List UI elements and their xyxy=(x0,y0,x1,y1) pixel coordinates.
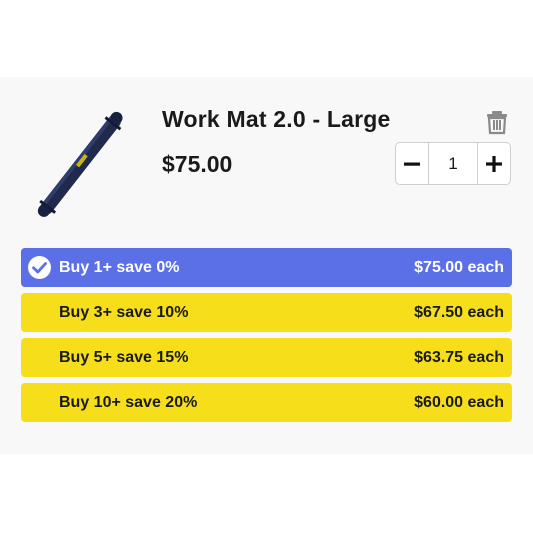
tier-option-5[interactable]: Buy 5+ save 15% $63.75 each xyxy=(21,338,512,377)
increment-button[interactable] xyxy=(478,143,510,184)
tier-label: Buy 3+ save 10% xyxy=(59,304,189,321)
product-price: $75.00 xyxy=(162,151,233,177)
quantity-stepper: 1 xyxy=(395,142,511,185)
check-circle-icon xyxy=(28,256,51,279)
tier-option-3[interactable]: Buy 3+ save 10% $67.50 each xyxy=(21,293,512,332)
product-image xyxy=(22,100,140,230)
bulk-discount-tiers: Buy 1+ save 0% $75.00 each Buy 3+ save 1… xyxy=(21,248,512,428)
decrement-button[interactable] xyxy=(396,143,428,184)
quantity-input[interactable]: 1 xyxy=(428,143,478,184)
tier-price: $67.50 each xyxy=(414,304,504,321)
plus-icon xyxy=(486,155,502,172)
tier-label: Buy 10+ save 20% xyxy=(59,394,198,411)
tier-price: $75.00 each xyxy=(414,259,504,276)
minus-icon xyxy=(404,162,420,166)
tier-label: Buy 5+ save 15% xyxy=(59,349,189,366)
trash-icon[interactable] xyxy=(484,109,510,135)
tier-price: $60.00 each xyxy=(414,394,504,411)
tier-option-10[interactable]: Buy 10+ save 20% $60.00 each xyxy=(21,383,512,422)
tier-label: Buy 1+ save 0% xyxy=(59,259,180,276)
tier-option-1[interactable]: Buy 1+ save 0% $75.00 each xyxy=(21,248,512,287)
tier-price: $63.75 each xyxy=(414,349,504,366)
product-title: Work Mat 2.0 - Large xyxy=(162,106,391,132)
